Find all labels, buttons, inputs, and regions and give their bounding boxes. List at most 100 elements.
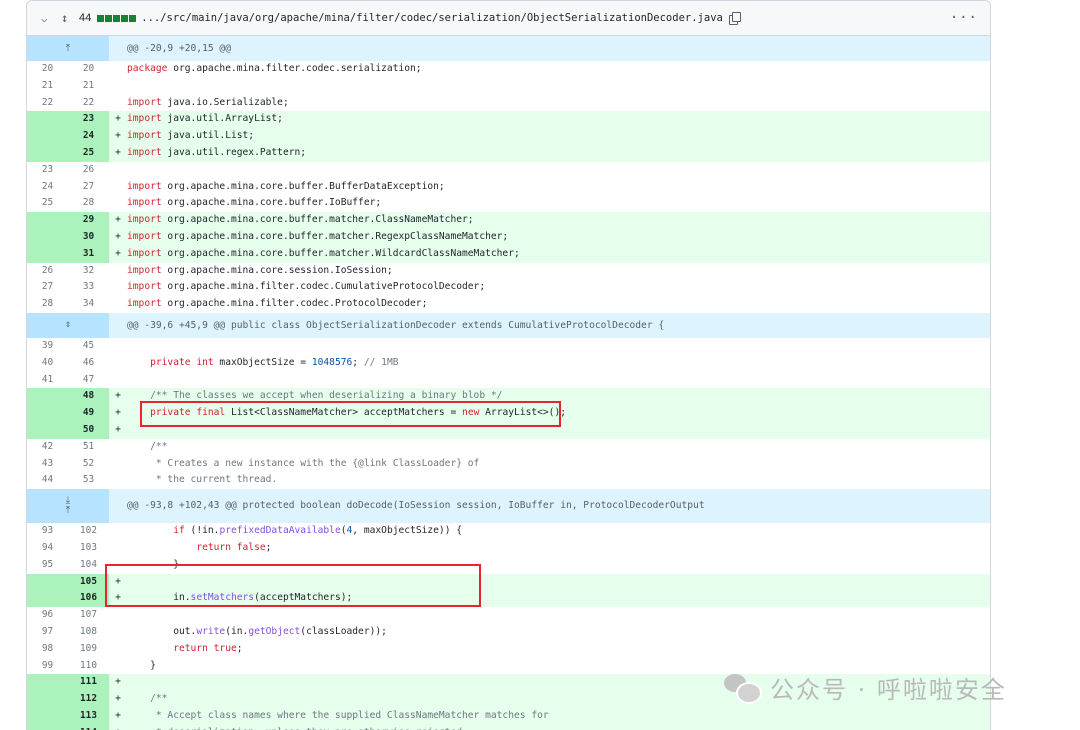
new-line-number[interactable]: 45 — [68, 337, 109, 355]
old-line-number[interactable] — [27, 111, 68, 129]
old-line-number[interactable] — [27, 707, 68, 725]
diff-marker: + — [109, 405, 127, 422]
new-line-number[interactable]: 51 — [68, 438, 109, 456]
new-line-number[interactable]: 114 — [68, 724, 109, 730]
copy-icon[interactable] — [728, 12, 741, 25]
context-line: 22 22 import java.io.Serializable; — [27, 94, 990, 112]
old-line-number[interactable] — [27, 674, 68, 692]
new-line-number[interactable]: 30 — [68, 228, 109, 246]
old-line-number[interactable]: 96 — [27, 607, 68, 624]
file-path[interactable]: .../src/main/java/org/apache/mina/filter… — [141, 12, 723, 24]
old-line-number[interactable] — [27, 691, 68, 708]
old-line-number[interactable]: 22 — [27, 94, 68, 112]
unfold-icon[interactable]: ↕ — [61, 11, 75, 25]
new-line-number[interactable]: 102 — [68, 523, 109, 540]
old-line-number[interactable]: 28 — [27, 296, 68, 313]
expand-lines-icon[interactable]: ⤓ ⤒ — [27, 489, 109, 524]
old-line-number[interactable]: 24 — [27, 178, 68, 196]
added-line: 113 + * Accept class names where the supp… — [27, 707, 990, 725]
diff-marker — [109, 195, 127, 212]
new-line-number[interactable]: 34 — [68, 296, 109, 313]
new-line-number[interactable]: 27 — [68, 178, 109, 196]
old-line-number[interactable]: 97 — [27, 623, 68, 641]
added-line: 114+ * deserialization, unless they are … — [27, 724, 990, 730]
old-line-number[interactable] — [27, 421, 68, 439]
expand-lines-icon[interactable]: ⇕ — [27, 312, 109, 338]
new-line-number[interactable]: 26 — [68, 161, 109, 179]
new-line-number[interactable]: 22 — [68, 94, 109, 112]
old-line-number[interactable]: 93 — [27, 523, 68, 540]
new-line-number[interactable]: 47 — [68, 371, 109, 389]
old-line-number[interactable]: 95 — [27, 556, 68, 574]
new-line-number[interactable]: 105 — [68, 573, 109, 591]
new-line-number[interactable]: 106 — [68, 590, 109, 608]
new-line-number[interactable]: 49 — [68, 405, 109, 422]
context-line: 43 52 * Creates a new instance with the {… — [27, 455, 990, 473]
old-line-number[interactable]: 43 — [27, 455, 68, 473]
old-line-number[interactable] — [27, 405, 68, 422]
diff-marker — [109, 355, 127, 372]
new-line-number[interactable]: 25 — [68, 144, 109, 162]
new-line-number[interactable]: 50 — [68, 421, 109, 439]
old-line-number[interactable] — [27, 590, 68, 608]
new-line-number[interactable]: 53 — [68, 472, 109, 490]
diff-marker — [109, 472, 127, 489]
new-line-number[interactable]: 29 — [68, 212, 109, 229]
wechat-logo-icon — [722, 672, 762, 704]
new-line-number[interactable]: 110 — [68, 657, 109, 675]
new-line-number[interactable]: 107 — [68, 607, 109, 624]
old-line-number[interactable] — [27, 724, 68, 730]
old-line-number[interactable]: 21 — [27, 77, 68, 95]
old-line-number[interactable]: 39 — [27, 337, 68, 355]
old-line-number[interactable] — [27, 573, 68, 591]
new-line-number[interactable]: 21 — [68, 77, 109, 95]
new-line-number[interactable]: 32 — [68, 262, 109, 280]
old-line-number[interactable] — [27, 388, 68, 406]
new-line-number[interactable]: 46 — [68, 354, 109, 372]
new-line-number[interactable]: 52 — [68, 455, 109, 473]
old-line-number[interactable] — [27, 212, 68, 229]
old-line-number[interactable]: 25 — [27, 195, 68, 213]
new-line-number[interactable]: 112 — [68, 691, 109, 708]
old-line-number[interactable]: 44 — [27, 472, 68, 490]
old-line-number[interactable]: 42 — [27, 438, 68, 456]
old-line-number[interactable]: 23 — [27, 161, 68, 179]
old-line-number[interactable] — [27, 144, 68, 162]
new-line-number[interactable]: 48 — [68, 388, 109, 406]
new-line-number[interactable]: 20 — [68, 61, 109, 78]
new-line-number[interactable]: 113 — [68, 707, 109, 725]
old-line-number[interactable] — [27, 245, 68, 263]
old-line-number[interactable]: 99 — [27, 657, 68, 675]
new-line-number[interactable]: 28 — [68, 195, 109, 213]
old-line-number[interactable]: 20 — [27, 61, 68, 78]
old-line-number[interactable]: 98 — [27, 640, 68, 658]
added-line: 106 + in.setMatchers(acceptMatchers); — [27, 590, 990, 608]
code-text — [127, 573, 990, 591]
hunk-header: ⤓ ⤒ @@ -93,8 +102,43 @@ protected boolean … — [27, 489, 990, 524]
new-line-number[interactable]: 31 — [68, 245, 109, 263]
new-line-number[interactable]: 109 — [68, 640, 109, 658]
chevron-down-icon[interactable]: ⌵ — [41, 12, 55, 25]
old-line-number[interactable]: 94 — [27, 539, 68, 557]
old-line-number[interactable]: 40 — [27, 354, 68, 372]
old-line-number[interactable] — [27, 128, 68, 145]
old-line-number[interactable]: 41 — [27, 371, 68, 389]
diff-marker — [109, 641, 127, 658]
context-line: 26 32 import org.apache.mina.core.session… — [27, 262, 990, 280]
old-line-number[interactable]: 27 — [27, 279, 68, 297]
new-line-number[interactable]: 23 — [68, 111, 109, 129]
new-line-number[interactable]: 33 — [68, 279, 109, 297]
new-line-number[interactable]: 111 — [68, 674, 109, 692]
old-line-number[interactable] — [27, 228, 68, 246]
new-line-number[interactable]: 104 — [68, 556, 109, 574]
old-line-number[interactable]: 26 — [27, 262, 68, 280]
new-line-number[interactable]: 24 — [68, 128, 109, 145]
more-options-button[interactable]: ··· — [950, 10, 978, 26]
added-line: 48 + /** The classes we accept when deser… — [27, 388, 990, 406]
new-line-number[interactable]: 103 — [68, 539, 109, 557]
expand-lines-icon[interactable]: ⤒ — [27, 36, 109, 61]
diff-marker: + — [109, 674, 127, 692]
new-line-number[interactable]: 108 — [68, 623, 109, 641]
